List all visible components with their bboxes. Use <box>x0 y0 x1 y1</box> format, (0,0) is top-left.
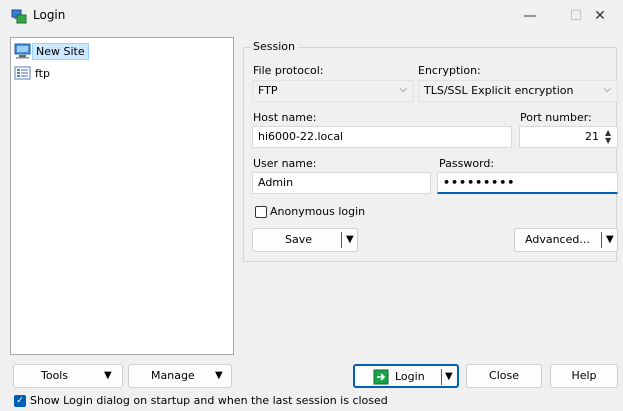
port-number-label: Port number: <box>520 111 592 124</box>
tree-item-label: ftp <box>35 66 50 80</box>
chevron-down-icon: ▼ <box>606 234 614 245</box>
help-button[interactable]: Help <box>550 364 618 388</box>
close-button[interactable]: Close <box>466 364 542 388</box>
show-dialog-label: Show Login dialog on startup and when th… <box>30 394 388 407</box>
close-window-button[interactable]: ✕ <box>577 0 623 32</box>
show-dialog-checkbox[interactable]: ✓ <box>14 395 26 407</box>
window-title: Login <box>33 8 66 22</box>
anonymous-login-label: Anonymous login <box>270 205 366 218</box>
anonymous-login-checkbox[interactable] <box>255 206 267 218</box>
login-button[interactable]: Login ▼ <box>353 364 459 388</box>
host-name-input[interactable]: hi6000-22.local <box>252 126 512 148</box>
file-protocol-select[interactable]: FTP ⌵ <box>252 80 414 102</box>
site-icon <box>14 66 31 80</box>
password-label: Password: <box>439 157 495 170</box>
encryption-select[interactable]: TLS/SSL Explicit encryption ⌵ <box>418 80 618 102</box>
file-protocol-label: File protocol: <box>253 64 324 77</box>
computer-icon <box>14 43 31 59</box>
encryption-value: TLS/SSL Explicit encryption <box>424 84 574 97</box>
chevron-down-icon: ⌵ <box>603 84 611 95</box>
encryption-label: Encryption: <box>418 64 481 77</box>
tree-item-ftp[interactable]: ftp <box>14 64 53 82</box>
save-button[interactable]: Save ▼ <box>252 228 358 252</box>
manage-button[interactable]: Manage ▼ <box>128 364 232 388</box>
tools-button[interactable]: Tools ▼ <box>13 364 123 388</box>
chevron-down-icon: ▼ <box>104 370 112 381</box>
file-protocol-value: FTP <box>258 84 278 97</box>
app-icon <box>11 9 27 24</box>
chevron-down-icon: ▼ <box>346 234 354 245</box>
minimize-button[interactable]: — <box>507 0 553 32</box>
tree-item-new-site[interactable]: New Site <box>14 42 89 60</box>
login-icon <box>373 369 389 385</box>
host-name-label: Host name: <box>253 111 317 124</box>
user-name-label: User name: <box>253 157 317 170</box>
login-window: Login — ☐ ✕ New Site ftp Session File pr… <box>0 0 623 411</box>
title-bar[interactable]: Login — ☐ ✕ <box>0 0 623 32</box>
chevron-down-icon: ▼ <box>215 370 223 381</box>
site-tree[interactable]: New Site ftp <box>10 37 234 355</box>
chevron-down-icon: ▼ <box>445 371 453 382</box>
tree-item-label: New Site <box>32 42 89 60</box>
user-name-input[interactable]: Admin <box>252 172 431 194</box>
port-number-input[interactable]: 21 <box>519 126 618 148</box>
session-group-title: Session <box>250 40 298 53</box>
advanced-button[interactable]: Advanced... ▼ <box>514 228 618 252</box>
port-stepper[interactable]: ▲ ▼ <box>605 129 611 145</box>
password-input[interactable]: ••••••••• <box>437 172 618 194</box>
chevron-down-icon: ⌵ <box>399 84 407 95</box>
